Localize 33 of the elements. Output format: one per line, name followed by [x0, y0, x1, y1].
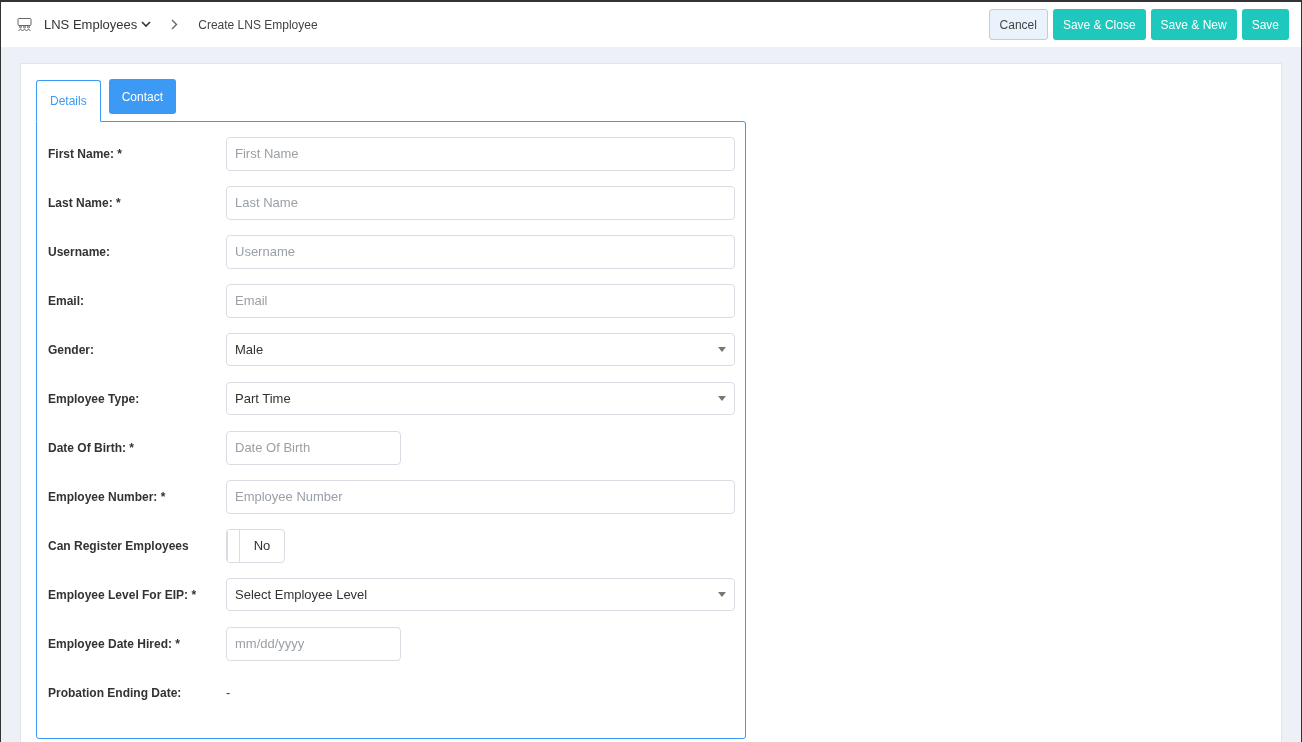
toggle-switch[interactable]: No	[226, 528, 285, 563]
dropdown-field[interactable]: Select Employee Level	[226, 578, 735, 611]
page-title: Create LNS Employee	[198, 16, 318, 34]
field-label: Last Name: *	[48, 194, 122, 212]
chevron-right-icon	[171, 19, 179, 30]
chevron-down-icon	[141, 21, 152, 28]
field-label: Employee Type:	[48, 390, 141, 408]
field-label: Gender:	[48, 341, 95, 359]
field-label: Email:	[48, 292, 85, 310]
field-value: -	[226, 683, 231, 702]
field-label: Employee Date Hired: *	[48, 635, 182, 653]
field-label: Username:	[48, 243, 112, 261]
people-icon	[17, 18, 32, 31]
text-field[interactable]: Email	[226, 283, 735, 318]
field-label: First Name: *	[48, 145, 124, 163]
text-field[interactable]: First Name	[226, 136, 735, 171]
field-label: Date Of Birth: *	[48, 439, 135, 457]
field-label: Can Register Employees	[48, 537, 190, 555]
text-field[interactable]: Username	[226, 234, 735, 269]
action-button[interactable]: Cancel	[988, 9, 1048, 40]
field-label: Probation Ending Date:	[48, 684, 183, 702]
field-label: Employee Number: *	[48, 488, 167, 506]
caret-icon	[718, 592, 726, 597]
field-label: Employee Level For EIP: *	[48, 586, 198, 604]
text-field[interactable]: Employee Number	[226, 479, 735, 514]
dropdown-field[interactable]: Part Time	[226, 382, 735, 415]
caret-icon	[718, 347, 726, 352]
caret-icon	[718, 396, 726, 401]
breadcrumb-dropdown[interactable]: LNS Employees	[44, 14, 152, 35]
date-field[interactable]: mm/dd/yyyy	[226, 626, 401, 661]
date-field[interactable]: Date Of Birth	[226, 430, 401, 465]
dropdown-field[interactable]: Male	[226, 333, 735, 366]
text-field[interactable]: Last Name	[226, 185, 735, 220]
